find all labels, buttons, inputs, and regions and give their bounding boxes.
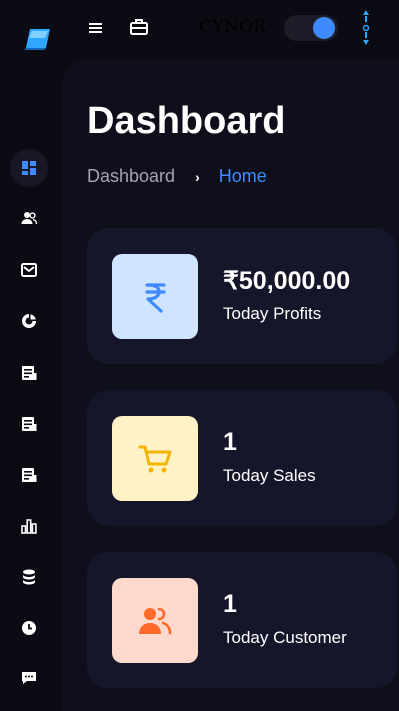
page-title: Dashboard <box>87 100 286 142</box>
sidebar-item-history[interactable] <box>14 613 44 643</box>
dashboard-icon <box>22 161 36 175</box>
stat-label: Today Sales <box>223 466 316 485</box>
sidebar-item-reports-3[interactable] <box>14 460 44 490</box>
briefcase-icon[interactable] <box>128 16 150 38</box>
stat-value: 1 <box>223 428 237 456</box>
menu-icon[interactable] <box>86 18 106 38</box>
more-options-icon[interactable] <box>358 8 374 48</box>
sidebar-item-reports-1[interactable] <box>14 358 44 388</box>
chart-ring-icon <box>22 314 36 328</box>
stat-card-sales: 1 Today Sales <box>87 390 397 526</box>
users-icon <box>112 578 198 663</box>
brand-name: CYNOR <box>199 17 267 37</box>
rupee-icon <box>112 254 198 339</box>
sidebar-item-chat[interactable] <box>14 663 44 693</box>
chevron-right-icon: › <box>195 168 200 185</box>
sidebar-item-charts[interactable] <box>14 511 44 541</box>
logo-icon[interactable] <box>22 27 52 51</box>
sidebar-item-reports-2[interactable] <box>14 409 44 439</box>
theme-toggle[interactable] <box>284 15 338 41</box>
stat-label: Today Profits <box>223 304 322 323</box>
mail-icon <box>21 263 37 277</box>
stat-value: ₹50,000.00 <box>223 267 351 295</box>
document-icon <box>22 417 37 431</box>
sidebar-item-users[interactable] <box>14 203 44 233</box>
sidebar-item-mail[interactable] <box>14 255 44 285</box>
document-icon <box>22 468 37 482</box>
document-icon <box>22 366 37 380</box>
sidebar-item-database[interactable] <box>14 562 44 592</box>
toggle-knob <box>313 17 335 39</box>
stat-card-customers: 1 Today Customer <box>87 552 397 688</box>
stat-label: Today Customer <box>223 628 347 647</box>
sidebar <box>0 58 62 711</box>
stat-card-profits: ₹50,000.00 Today Profits <box>87 228 397 364</box>
users-icon <box>21 212 38 225</box>
bar-chart-icon <box>21 519 37 534</box>
sidebar-item-analytics[interactable] <box>14 306 44 336</box>
clock-icon <box>22 621 36 635</box>
cart-icon <box>112 416 198 501</box>
breadcrumb: Dashboard › Home <box>87 166 267 187</box>
sidebar-item-dashboard[interactable] <box>8 147 50 189</box>
main-content: Dashboard Dashboard › Home ₹50,000.00 To… <box>62 58 399 711</box>
chat-icon <box>22 672 36 684</box>
breadcrumb-parent[interactable]: Dashboard <box>87 166 175 187</box>
database-icon <box>23 569 35 585</box>
stat-value: 1 <box>223 590 237 618</box>
top-bar: CYNOR <box>0 0 399 58</box>
breadcrumb-current[interactable]: Home <box>219 166 267 187</box>
